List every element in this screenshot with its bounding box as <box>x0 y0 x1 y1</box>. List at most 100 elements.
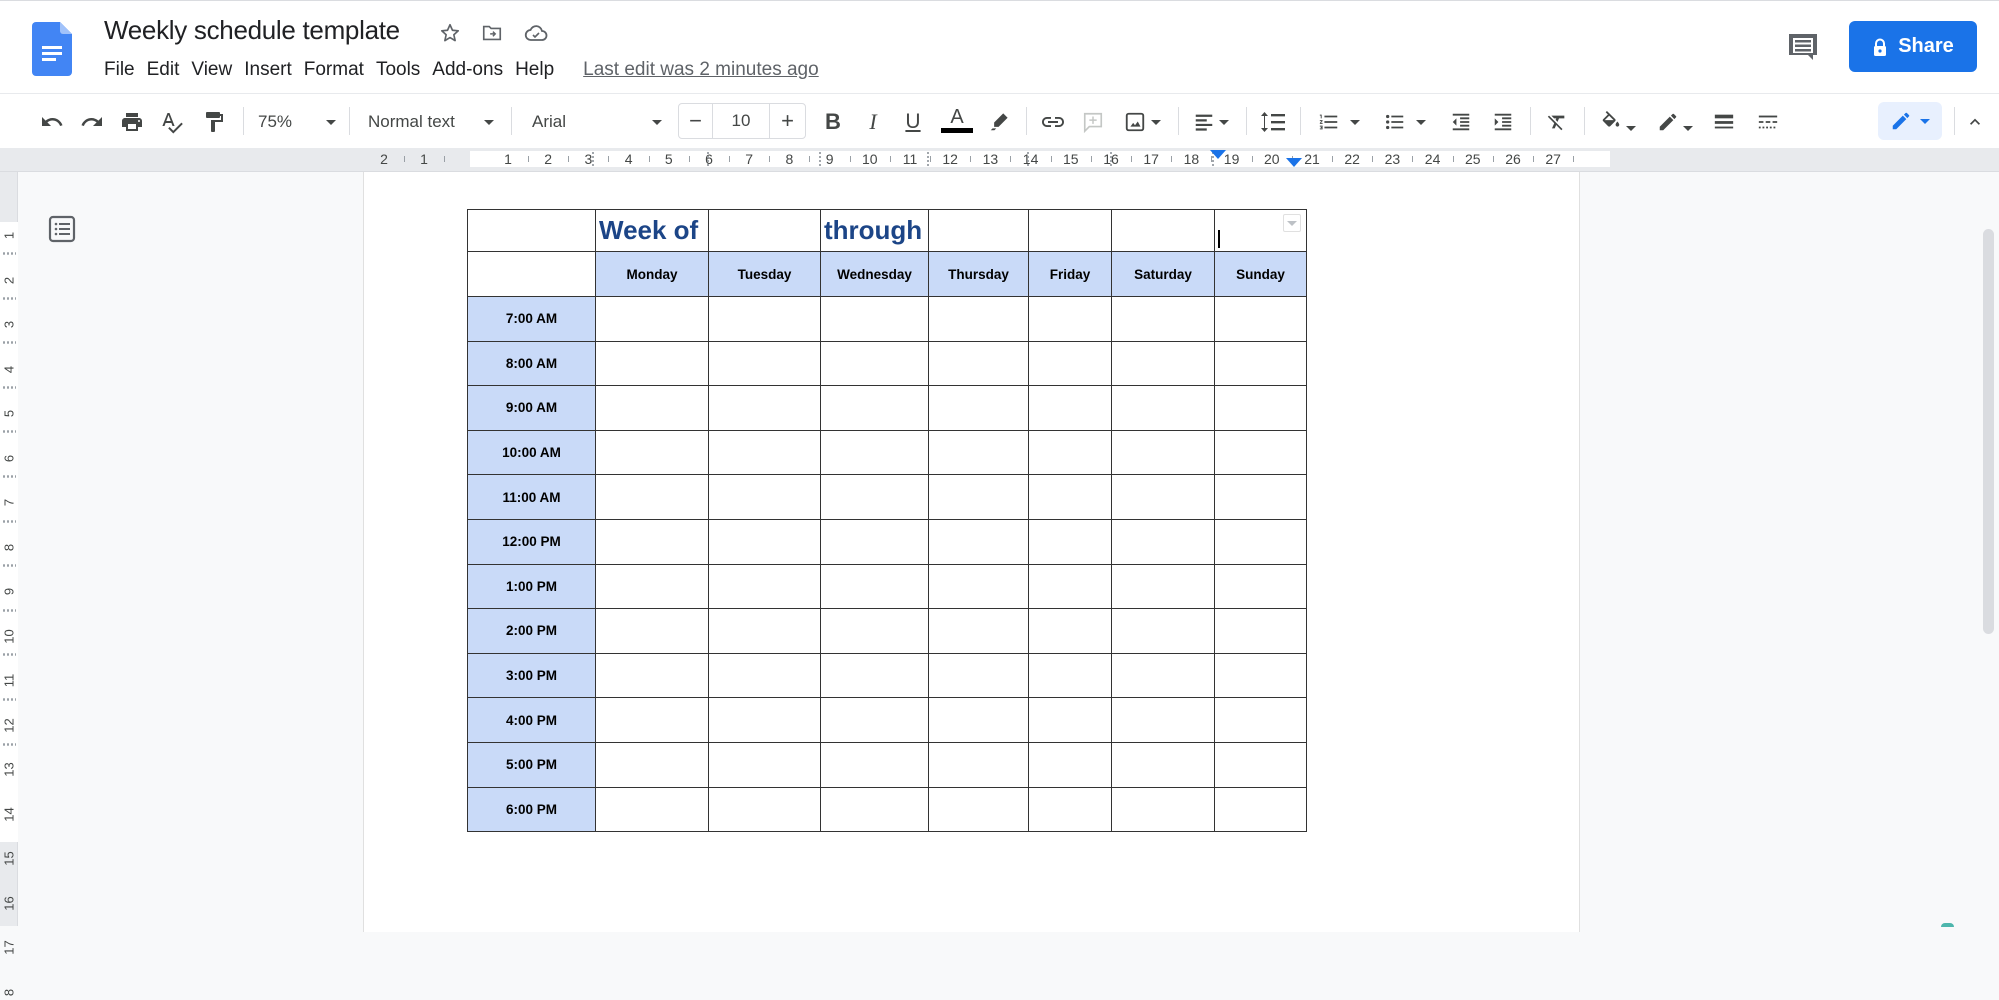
cloud-saved-icon[interactable] <box>522 19 550 47</box>
schedule-cell-monday[interactable] <box>595 697 709 743</box>
indent-marker-icon[interactable] <box>1286 158 1302 167</box>
column-boundary-handle[interactable] <box>818 151 822 167</box>
schedule-cell-monday[interactable] <box>595 429 709 476</box>
schedule-cell-tuesday[interactable] <box>708 652 821 699</box>
time-label[interactable]: 8:00 AM <box>467 340 596 387</box>
schedule-cell-monday[interactable] <box>595 518 709 565</box>
schedule-cell-monday[interactable] <box>595 608 709 654</box>
border-width-icon[interactable] <box>1708 106 1740 138</box>
border-background-color-button[interactable] <box>1594 106 1642 138</box>
time-label[interactable]: 11:00 AM <box>467 474 596 520</box>
table-cell[interactable] <box>1111 209 1215 252</box>
schedule-cell-wednesday[interactable] <box>820 786 929 833</box>
schedule-cell-thursday[interactable] <box>928 563 1029 610</box>
schedule-cell-friday[interactable] <box>1028 385 1112 431</box>
explore-button-edge[interactable] <box>1941 923 1954 927</box>
editing-mode-button[interactable] <box>1878 102 1942 140</box>
document-title[interactable]: Weekly schedule template <box>104 15 400 46</box>
schedule-cell-sunday[interactable] <box>1214 741 1307 788</box>
row-boundary-handle[interactable] <box>2 251 16 256</box>
day-header-sunday[interactable]: Sunday <box>1214 251 1307 297</box>
line-spacing-icon[interactable] <box>1256 106 1290 138</box>
time-label[interactable]: 2:00 PM <box>467 608 596 654</box>
week-end-date-cell[interactable] <box>928 209 1029 252</box>
schedule-cell-friday[interactable] <box>1028 652 1112 699</box>
schedule-cell-saturday[interactable] <box>1111 563 1215 610</box>
schedule-cell-saturday[interactable] <box>1111 786 1215 833</box>
schedule-cell-wednesday[interactable] <box>820 340 929 387</box>
schedule-cell-monday[interactable] <box>595 563 709 610</box>
schedule-cell-thursday[interactable] <box>928 385 1029 431</box>
schedule-cell-friday[interactable] <box>1028 474 1112 520</box>
clear-formatting-icon[interactable] <box>1542 106 1572 138</box>
hide-menus-chevron-up-icon[interactable] <box>1960 106 1990 138</box>
italic-button[interactable]: I <box>858 106 888 138</box>
schedule-cell-sunday[interactable] <box>1214 652 1307 699</box>
column-boundary-handle[interactable] <box>1026 151 1030 167</box>
numbered-list-button[interactable] <box>1310 106 1368 138</box>
schedule-cell-saturday[interactable] <box>1111 296 1215 342</box>
schedule-cell-friday[interactable] <box>1028 518 1112 565</box>
through-label[interactable]: through <box>820 209 929 252</box>
time-label[interactable]: 3:00 PM <box>467 652 596 699</box>
menu-tools[interactable]: Tools <box>373 57 429 83</box>
schedule-cell-saturday[interactable] <box>1111 385 1215 431</box>
highlight-color-icon[interactable] <box>984 106 1014 138</box>
week-start-date-cell[interactable] <box>708 209 821 252</box>
schedule-cell-thursday[interactable] <box>928 741 1029 788</box>
zoom-select[interactable]: 75% <box>252 106 342 138</box>
schedule-cell-sunday[interactable] <box>1214 385 1307 431</box>
schedule-cell-sunday[interactable] <box>1214 429 1307 476</box>
schedule-cell-friday[interactable] <box>1028 563 1112 610</box>
insert-image-button[interactable] <box>1118 106 1166 138</box>
schedule-cell-wednesday[interactable] <box>820 296 929 342</box>
share-button[interactable]: Share <box>1849 21 1977 72</box>
schedule-cell-thursday[interactable] <box>928 608 1029 654</box>
schedule-cell-monday[interactable] <box>595 340 709 387</box>
schedule-cell-wednesday[interactable] <box>820 697 929 743</box>
print-icon[interactable] <box>118 106 146 138</box>
star-icon[interactable] <box>436 19 464 47</box>
bold-button[interactable]: B <box>818 106 848 138</box>
decrease-indent-icon[interactable] <box>1446 106 1476 138</box>
row-boundary-handle[interactable] <box>2 474 16 479</box>
schedule-cell-friday[interactable] <box>1028 697 1112 743</box>
schedule-cell-sunday[interactable] <box>1214 608 1307 654</box>
schedule-cell-tuesday[interactable] <box>708 563 821 610</box>
paint-format-icon[interactable] <box>200 106 228 138</box>
schedule-cell-sunday[interactable] <box>1214 296 1307 342</box>
schedule-cell-wednesday[interactable] <box>820 741 929 788</box>
border-dash-icon[interactable] <box>1752 106 1784 138</box>
font-family-select[interactable]: Arial <box>526 106 668 138</box>
underline-button[interactable]: U <box>898 106 928 138</box>
schedule-cell-saturday[interactable] <box>1111 741 1215 788</box>
decrease-font-size-button[interactable]: − <box>679 104 713 138</box>
schedule-cell-saturday[interactable] <box>1111 474 1215 520</box>
schedule-cell-monday[interactable] <box>595 741 709 788</box>
week-of-label[interactable]: Week of <box>595 209 709 252</box>
font-size-input[interactable]: 10 <box>713 104 770 138</box>
cell-options-button[interactable] <box>1283 214 1301 232</box>
menu-insert[interactable]: Insert <box>241 57 301 83</box>
schedule-cell-sunday[interactable] <box>1214 518 1307 565</box>
schedule-cell-saturday[interactable] <box>1111 608 1215 654</box>
schedule-cell-tuesday[interactable] <box>708 385 821 431</box>
time-label[interactable]: 12:00 PM <box>467 518 596 565</box>
horizontal-ruler[interactable]: 2112345678910111213141516171819202122232… <box>0 148 1999 172</box>
menu-file[interactable]: File <box>101 57 144 83</box>
move-to-folder-icon[interactable] <box>478 19 506 47</box>
time-label[interactable]: 5:00 PM <box>467 741 596 788</box>
schedule-cell-thursday[interactable] <box>928 474 1029 520</box>
document-outline-icon[interactable] <box>48 215 76 243</box>
menu-edit[interactable]: Edit <box>144 57 189 83</box>
docs-logo-icon[interactable] <box>32 22 72 76</box>
schedule-cell-thursday[interactable] <box>928 786 1029 833</box>
schedule-cell-tuesday[interactable] <box>708 340 821 387</box>
time-label[interactable]: 9:00 AM <box>467 385 596 431</box>
comment-history-icon[interactable] <box>1786 30 1820 64</box>
column-boundary-handle[interactable] <box>706 151 710 167</box>
align-button[interactable] <box>1188 106 1234 138</box>
schedule-cell-sunday[interactable] <box>1214 786 1307 833</box>
insert-link-icon[interactable] <box>1036 106 1070 138</box>
column-boundary-handle[interactable] <box>926 151 930 167</box>
